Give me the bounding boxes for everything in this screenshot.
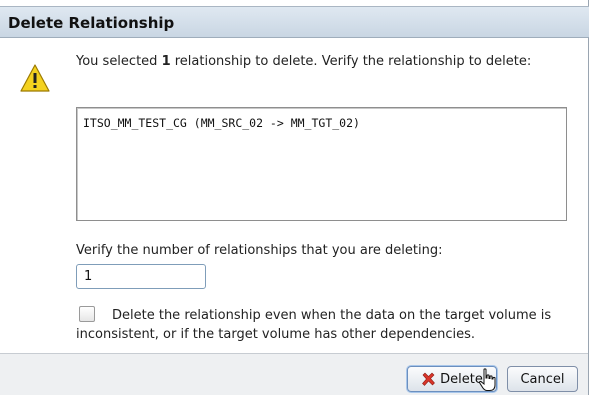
delete-relationship-dialog: Delete Relationship You selected 1 relat…: [0, 0, 589, 395]
list-item[interactable]: ITSO_MM_TEST_CG (MM_SRC_02 -> MM_TGT_02): [83, 116, 360, 130]
dialog-title: Delete Relationship: [8, 14, 175, 32]
verify-count-input[interactable]: [76, 264, 206, 289]
message-suffix: relationship to delete. Verify the relat…: [170, 54, 532, 69]
relationship-listbox[interactable]: ITSO_MM_TEST_CG (MM_SRC_02 -> MM_TGT_02): [76, 107, 567, 221]
red-x-icon: [422, 372, 436, 386]
verify-count-label: Verify the number of relationships that …: [76, 243, 443, 258]
dialog-footer: Delete Cancel: [0, 353, 588, 395]
cancel-button-label: Cancel: [520, 371, 565, 387]
force-delete-label: Delete the relationship even when the da…: [76, 308, 552, 342]
delete-button-label: Delete: [440, 371, 483, 387]
message-prefix: You selected: [76, 54, 162, 69]
warning-icon: [20, 64, 50, 92]
dialog-message: You selected 1 relationship to delete. V…: [76, 54, 556, 70]
dialog-titlebar[interactable]: Delete Relationship: [0, 6, 589, 38]
cancel-button[interactable]: Cancel: [507, 366, 578, 392]
selected-count: 1: [161, 54, 171, 69]
force-delete-checkbox[interactable]: [79, 306, 95, 322]
hand-pointer-icon: [478, 368, 496, 391]
